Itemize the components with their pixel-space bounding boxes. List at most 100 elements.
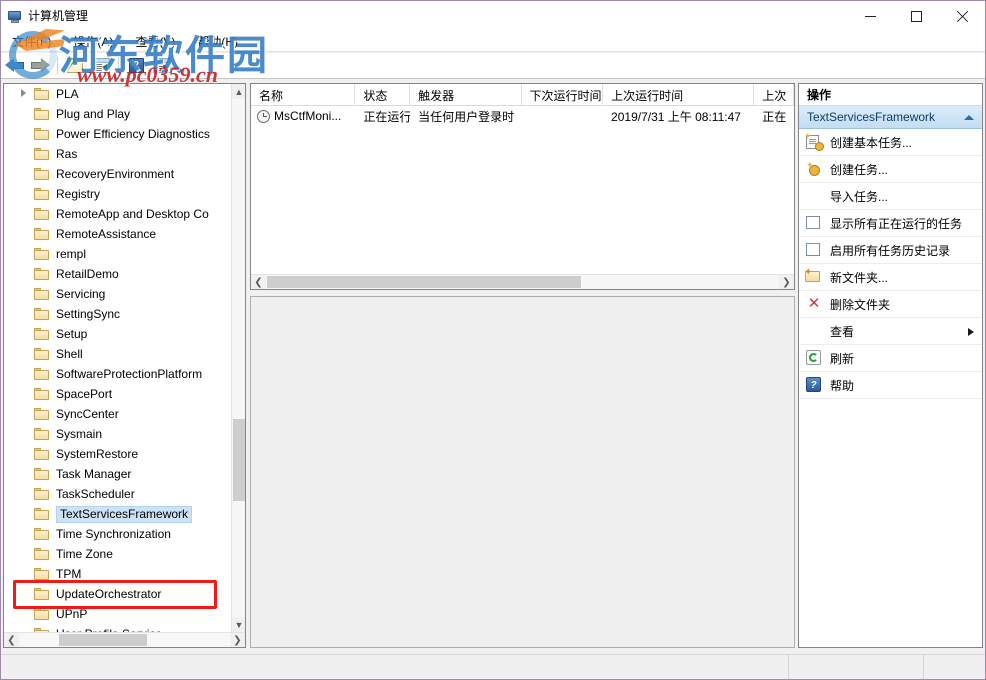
task-list-header[interactable]: 名称状态触发器下次运行时间上次运行时间上次: [251, 84, 794, 106]
action-item[interactable]: 显示所有正在运行的任务: [799, 210, 982, 237]
action-item-label: 查看: [830, 323, 854, 340]
tree-item[interactable]: Sysmain: [4, 424, 231, 444]
tree-item-label: Setup: [56, 327, 87, 342]
tree-item[interactable]: Ras: [4, 144, 231, 164]
tree-item[interactable]: SyncCenter: [4, 404, 231, 424]
tree-item-label: Servicing: [56, 287, 105, 302]
close-button[interactable]: [939, 1, 985, 32]
tree-item[interactable]: Plug and Play: [4, 104, 231, 124]
tree-item[interactable]: Time Synchronization: [4, 524, 231, 544]
chevron-up-icon[interactable]: [964, 115, 974, 120]
scroll-right-icon[interactable]: ❯: [230, 633, 245, 647]
chevron-right-icon[interactable]: [21, 89, 26, 97]
tree-hscroll-thumb[interactable]: [59, 634, 147, 646]
tree-item-label: SettingSync: [56, 307, 120, 322]
column-header[interactable]: 触发器: [410, 84, 521, 106]
column-header[interactable]: 上次运行时间: [603, 84, 754, 106]
column-header[interactable]: 上次: [754, 84, 794, 106]
task-list-horizontal-scrollbar[interactable]: ❮ ❯: [251, 274, 794, 289]
folder-icon: [34, 488, 50, 501]
tree-item[interactable]: SettingSync: [4, 304, 231, 324]
action-item-label: 删除文件夹: [830, 296, 890, 313]
toolbar: ?: [1, 53, 985, 79]
minimize-button[interactable]: [847, 1, 893, 32]
window-title: 计算机管理: [28, 7, 88, 24]
tree-item[interactable]: UpdateOrchestrator: [4, 584, 231, 604]
tree-item[interactable]: Shell: [4, 344, 231, 364]
tree-item[interactable]: User Profile Service: [4, 624, 231, 632]
menu-help[interactable]: 帮助(H): [186, 31, 249, 53]
tree-item[interactable]: SystemRestore: [4, 444, 231, 464]
scroll-up-icon[interactable]: ▲: [232, 84, 246, 99]
folder-icon: [34, 508, 50, 521]
submenu-arrow-icon[interactable]: [968, 328, 974, 336]
forward-button[interactable]: [28, 55, 52, 77]
actions-item-list[interactable]: ✦创建基本任务...✦创建任务...导入任务...显示所有正在运行的任务启用所有…: [799, 129, 982, 399]
tree-item-label: RemoteApp and Desktop Co: [56, 207, 209, 222]
tree-item[interactable]: RemoteApp and Desktop Co: [4, 204, 231, 224]
column-header[interactable]: 名称: [251, 84, 355, 106]
action-item[interactable]: ✕删除文件夹: [799, 291, 982, 318]
task-clock-icon: [257, 110, 270, 123]
status-segment-2: [788, 655, 923, 680]
action-item[interactable]: ✦创建基本任务...: [799, 129, 982, 156]
task-list-rows[interactable]: MsCtfMoni...正在运行当任何用户登录时2019/7/31 上午 08:…: [251, 106, 794, 273]
tree-item[interactable]: RemoteAssistance: [4, 224, 231, 244]
tree-item[interactable]: TaskScheduler: [4, 484, 231, 504]
show-hide-tree-button[interactable]: [89, 55, 113, 77]
tree-item-label: Power Efficiency Diagnostics: [56, 127, 210, 142]
tree-item[interactable]: UPnP: [4, 604, 231, 624]
menu-file[interactable]: 文件(F): [1, 31, 62, 53]
tree-item-label: SyncCenter: [56, 407, 119, 422]
folder-icon: [34, 128, 50, 141]
actions-group-header[interactable]: TextServicesFramework: [799, 106, 982, 129]
column-header[interactable]: 下次运行时间: [522, 84, 604, 106]
tree-item[interactable]: RetailDemo: [4, 264, 231, 284]
action-item[interactable]: ✦创建任务...: [799, 156, 982, 183]
tree-vscroll-thumb[interactable]: [233, 419, 245, 501]
tree-item[interactable]: PLA: [4, 84, 231, 104]
tree-item[interactable]: Registry: [4, 184, 231, 204]
action-item[interactable]: 导入任务...: [799, 183, 982, 210]
tree-item[interactable]: Setup: [4, 324, 231, 344]
maximize-button[interactable]: [893, 1, 939, 32]
scroll-left-icon[interactable]: ❮: [4, 633, 19, 647]
status-segment-main: [1, 655, 788, 680]
tree-item[interactable]: Task Manager: [4, 464, 231, 484]
menu-view[interactable]: 查看(V): [124, 31, 186, 53]
tree-horizontal-scrollbar[interactable]: ❮ ❯: [4, 632, 245, 647]
task-cell-last-run: 2019/7/31 上午 08:11:47: [603, 108, 754, 125]
task-hscroll-thumb[interactable]: [267, 276, 581, 288]
console-tree[interactable]: PLAPlug and Play Power Efficiency Diagnos…: [4, 84, 231, 632]
scroll-right-icon[interactable]: ❯: [779, 275, 794, 289]
tree-item[interactable]: TPM: [4, 564, 231, 584]
tree-item[interactable]: Servicing: [4, 284, 231, 304]
action-item[interactable]: 刷新: [799, 345, 982, 372]
action-item[interactable]: 启用所有任务历史记录: [799, 237, 982, 264]
action-item[interactable]: ?帮助: [799, 372, 982, 399]
action-item[interactable]: ✦新文件夹...: [799, 264, 982, 291]
tree-item-label: Sysmain: [56, 427, 102, 442]
task-row[interactable]: MsCtfMoni...正在运行当任何用户登录时2019/7/31 上午 08:…: [251, 106, 794, 126]
tree-item[interactable]: TextServicesFramework: [4, 504, 231, 524]
tree-vertical-scrollbar[interactable]: ▲ ▼: [231, 84, 245, 632]
action-item-label: 创建基本任务...: [830, 134, 912, 151]
scroll-left-icon[interactable]: ❮: [251, 275, 266, 289]
help-button[interactable]: ?: [124, 55, 148, 77]
tree-item[interactable]: Time Zone: [4, 544, 231, 564]
action-item[interactable]: 查看: [799, 318, 982, 345]
show-hide-action-pane-button[interactable]: [150, 55, 174, 77]
properties-button[interactable]: [63, 55, 87, 77]
tree-item-label: RecoveryEnvironment: [56, 167, 174, 182]
tree-item[interactable]: RecoveryEnvironment: [4, 164, 231, 184]
folder-icon: [34, 588, 50, 601]
tree-item[interactable]: Power Efficiency Diagnostics: [4, 124, 231, 144]
folder-icon: [34, 448, 50, 461]
tree-item[interactable]: SpacePort: [4, 384, 231, 404]
back-button[interactable]: [2, 55, 26, 77]
menu-action[interactable]: 操作(A): [62, 31, 124, 53]
tree-item[interactable]: SoftwareProtectionPlatform: [4, 364, 231, 384]
scroll-down-icon[interactable]: ▼: [232, 617, 246, 632]
tree-item[interactable]: rempl: [4, 244, 231, 264]
column-header[interactable]: 状态: [355, 84, 410, 106]
